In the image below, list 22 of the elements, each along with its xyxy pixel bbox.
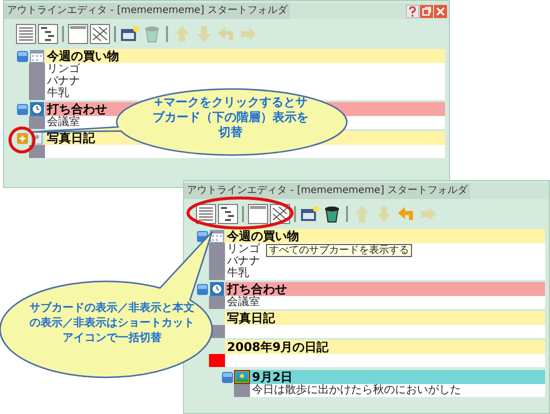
callout-text: サブカードの表示／非表示と本文の表示／非表示はショートカットアイコンで一括切替: [28, 300, 196, 345]
card-body-line: 牛乳: [47, 87, 69, 99]
card-body-line: 今日は散歩に出かけたら秋のにおいがした: [252, 384, 461, 396]
card-title: 打ち合わせ: [227, 282, 287, 296]
card-title: 2008年9月の日記: [227, 340, 329, 354]
card-body-line: リンゴ: [47, 63, 80, 75]
card-body-line: 会議室: [227, 296, 260, 308]
window-title: アウトラインエディタ - [mememememe] スタートフォルダ: [184, 183, 470, 199]
card-body-line: バナナ: [47, 75, 80, 87]
card-body-line: リンゴ: [227, 243, 260, 255]
card-title: 今週の買い物: [47, 49, 119, 63]
card-title: 写真日記: [47, 131, 95, 145]
card-body-line: バナナ: [227, 255, 260, 267]
card-title: 写真日記: [227, 311, 275, 325]
callout-text: +マークをクリックするとサブカード（下の階層）表示を切替: [152, 95, 310, 140]
window-title: アウトラインエディタ - [mememememe] スタートフォルダ: [4, 3, 290, 19]
card-title: 今週の買い物: [227, 229, 299, 243]
card-body-line: 牛乳: [227, 267, 249, 279]
card-title: 打ち合わせ: [47, 102, 107, 116]
card-title: 9月2日: [252, 370, 293, 384]
tooltip: すべてのサブカードを表示する: [266, 244, 412, 257]
card-body-line: 会議室: [47, 116, 80, 128]
